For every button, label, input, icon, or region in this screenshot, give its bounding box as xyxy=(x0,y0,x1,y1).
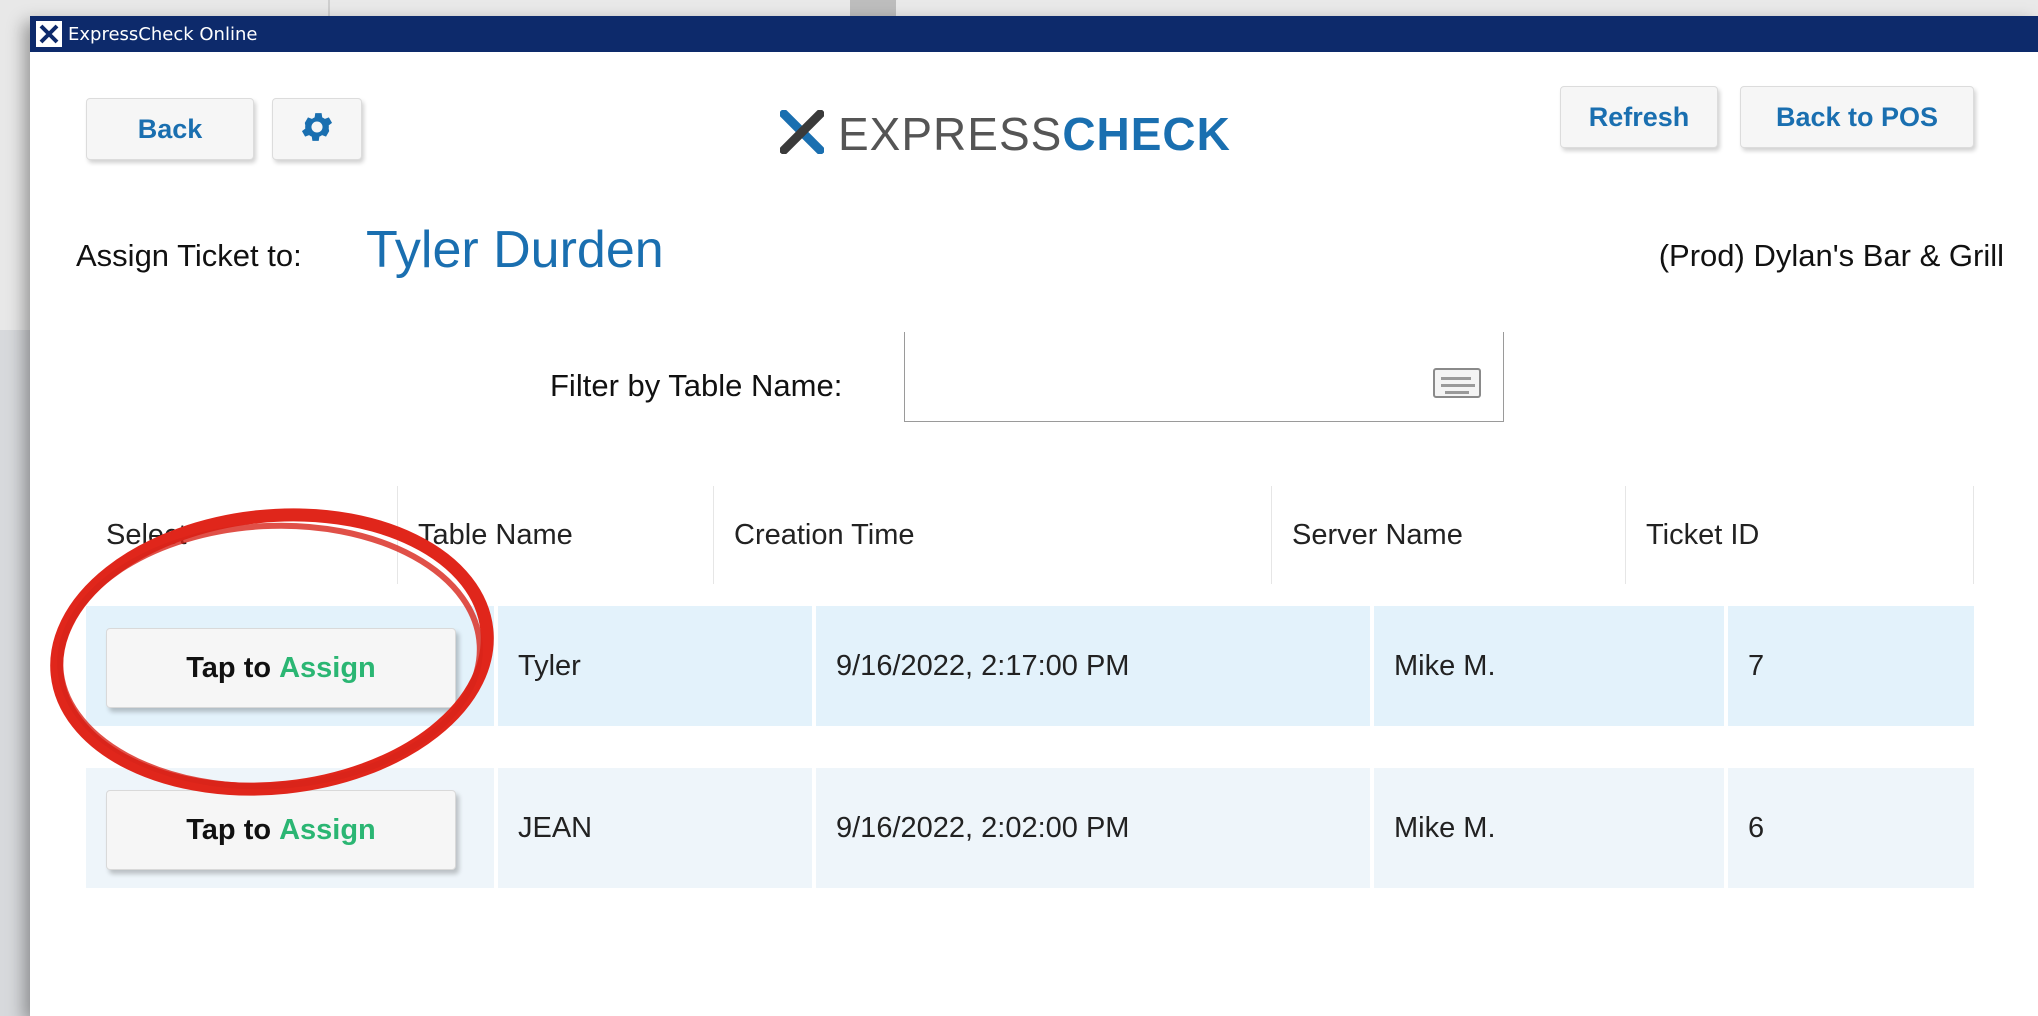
button-accent: Assign xyxy=(279,813,376,846)
column-header-select: Select xyxy=(86,486,398,584)
logo-x-icon xyxy=(779,109,825,159)
header-label: Ticket ID xyxy=(1646,518,1760,551)
header-label: Select xyxy=(106,518,187,551)
header-label: Table Name xyxy=(418,518,573,551)
app-icon xyxy=(36,21,62,47)
button-prefix: Tap to xyxy=(186,813,272,846)
keyboard-icon[interactable] xyxy=(1433,368,1481,398)
gear-icon xyxy=(298,108,336,151)
table-name-cell: Tyler xyxy=(498,606,816,726)
select-cell: Tap to Assign xyxy=(86,606,498,726)
filter-label: Filter by Table Name: xyxy=(550,368,843,403)
venue-name: (Prod) Dylan's Bar & Grill xyxy=(1658,238,2004,273)
settings-button[interactable] xyxy=(272,98,362,160)
logo-text-express: EXPRESS xyxy=(838,108,1063,160)
table-row[interactable]: Tap to Assign Tyler 9/16/2022, 2:17:00 P… xyxy=(86,606,1974,726)
server-name-cell: Mike M. xyxy=(1374,768,1728,888)
column-header-ticket-id: Ticket ID xyxy=(1626,486,1974,584)
creation-time-cell: 9/16/2022, 2:17:00 PM xyxy=(816,606,1374,726)
title-bar: ExpressCheck Online xyxy=(30,16,2038,52)
select-cell: Tap to Assign xyxy=(86,768,498,888)
back-button[interactable]: Back xyxy=(86,98,254,160)
logo-text-check: CHECK xyxy=(1062,108,1231,160)
column-header-table-name: Table Name xyxy=(398,486,714,584)
button-prefix: Tap to xyxy=(186,651,272,684)
column-header-creation-time: Creation Time xyxy=(714,486,1272,584)
header-label: Creation Time xyxy=(734,518,915,551)
window-title: ExpressCheck Online xyxy=(68,23,258,45)
column-header-server-name: Server Name xyxy=(1272,486,1626,584)
app-window: ExpressCheck Online Back EXPRESS CHECK R… xyxy=(30,16,2038,1016)
table-name-cell: JEAN xyxy=(498,768,816,888)
ticket-id-cell: 7 xyxy=(1748,649,1765,682)
background-window-top xyxy=(330,0,2038,16)
tap-to-assign-button[interactable]: Tap to Assign xyxy=(106,790,456,870)
ticket-id-cell: 6 xyxy=(1748,811,1765,844)
tap-to-assign-button[interactable]: Tap to Assign xyxy=(106,628,456,708)
assignee-name: Tyler Durden xyxy=(366,221,664,279)
expresscheck-logo: EXPRESS CHECK xyxy=(779,104,1231,164)
button-accent: Assign xyxy=(279,651,376,684)
back-to-pos-button[interactable]: Back to POS xyxy=(1740,86,1974,148)
background-strip xyxy=(850,0,896,16)
table-row[interactable]: Tap to Assign JEAN 9/16/2022, 2:02:00 PM… xyxy=(86,768,1974,888)
header-label: Server Name xyxy=(1292,518,1463,551)
assign-ticket-label: Assign Ticket to: xyxy=(76,238,302,273)
server-name-cell: Mike M. xyxy=(1374,606,1728,726)
table-name-filter-input[interactable] xyxy=(904,332,1504,422)
creation-time-cell: 9/16/2022, 2:02:00 PM xyxy=(816,768,1374,888)
refresh-button[interactable]: Refresh xyxy=(1560,86,1718,148)
